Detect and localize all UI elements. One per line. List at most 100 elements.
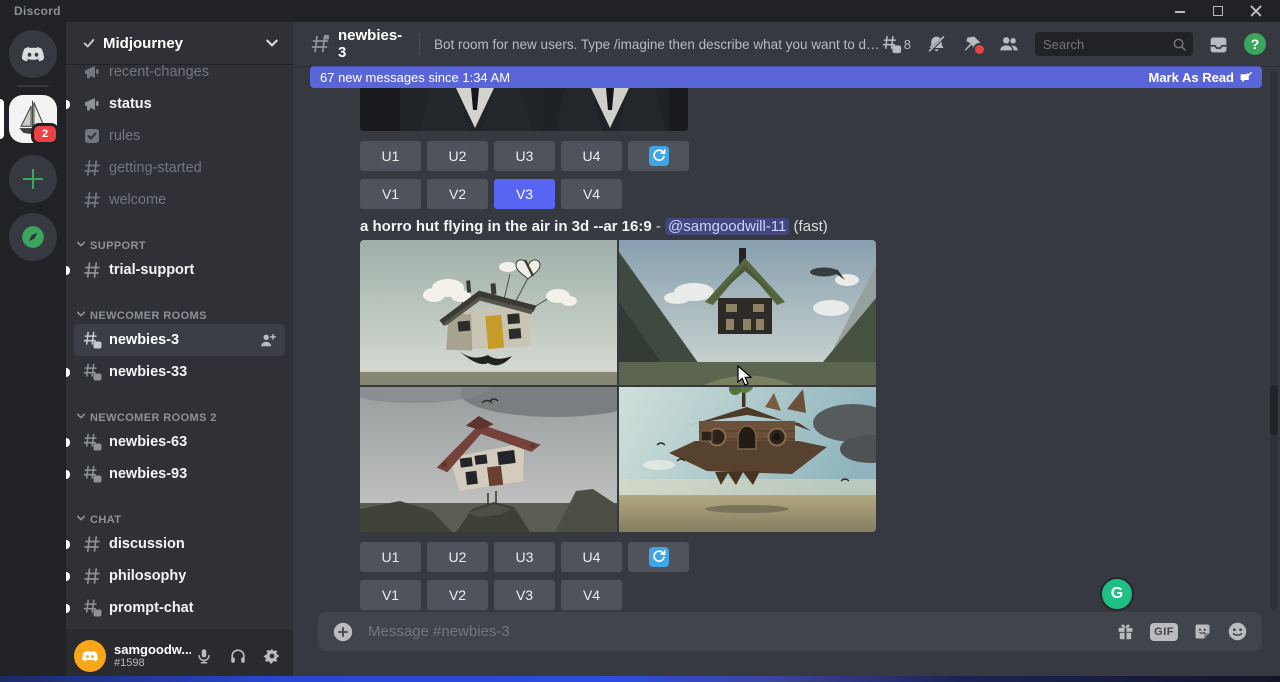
help-button[interactable]: ? [1244, 33, 1266, 55]
new-messages-banner[interactable]: 67 new messages since 1:34 AM Mark As Re… [310, 66, 1262, 88]
add-server-button[interactable] [9, 155, 57, 203]
gif-button[interactable]: GIF [1150, 623, 1178, 641]
generated-image-3[interactable] [360, 387, 617, 532]
hash-chat-icon [82, 432, 102, 452]
u2-button[interactable]: U2 [427, 542, 488, 572]
member-list-button[interactable] [998, 33, 1020, 55]
microphone-icon [195, 647, 213, 665]
v3-button-active[interactable]: V3 [494, 179, 555, 209]
sticker-button[interactable] [1192, 621, 1213, 642]
pinned-messages-button[interactable] [962, 34, 983, 55]
sidebar-item-trial-support[interactable]: trial-support [74, 254, 285, 286]
chevron-down-icon [76, 239, 86, 249]
explore-servers-button[interactable] [9, 213, 57, 261]
hash-icon [82, 534, 102, 554]
category-label: NEWCOMER ROOMS 2 [90, 412, 217, 424]
category-newcomer-rooms-2[interactable]: NEWCOMER ROOMS 2 [74, 400, 285, 426]
generated-image-cropped[interactable] [360, 88, 688, 131]
channel-label: prompt-chat [109, 600, 194, 616]
minimize-button[interactable] [1174, 5, 1186, 17]
upscale-row-1: U1 U2 U3 U4 [360, 141, 689, 171]
sidebar-item-newbies-33[interactable]: newbies-33 [74, 356, 285, 388]
u2-button[interactable]: U2 [427, 141, 488, 171]
category-support[interactable]: SUPPORT [74, 228, 285, 254]
u3-button[interactable]: U3 [494, 141, 555, 171]
channel-label: newbies-3 [109, 332, 179, 348]
maximize-button[interactable] [1212, 5, 1224, 17]
generated-image-4[interactable] [619, 387, 876, 532]
megaphone-icon [82, 94, 102, 114]
sidebar-item-newbies-3[interactable]: newbies-3 [74, 324, 285, 356]
user-mention[interactable]: @samgoodwill-11 [665, 218, 789, 235]
sidebar-item-welcome[interactable]: welcome [74, 184, 285, 216]
hash-chat-icon [82, 330, 102, 350]
window-titlebar: Discord [0, 0, 1280, 22]
hash-icon [82, 260, 102, 280]
category-newcomer-rooms[interactable]: NEWCOMER ROOMS [74, 298, 285, 324]
u3-button[interactable]: U3 [494, 542, 555, 572]
inbox-button[interactable] [1208, 34, 1229, 55]
threads-button[interactable]: 8 [881, 34, 911, 55]
scrollbar-thumb[interactable] [1270, 385, 1278, 435]
u1-button[interactable]: U1 [360, 141, 421, 171]
reroll-button[interactable] [628, 141, 689, 171]
invite-people-icon[interactable] [259, 331, 277, 349]
server-icon-midjourney[interactable]: 2 [9, 95, 57, 143]
search-input[interactable]: Search [1035, 32, 1193, 56]
sidebar-item-status[interactable]: status [74, 88, 285, 120]
v2-button[interactable]: V2 [427, 580, 488, 610]
sidebar-item-getting-started[interactable]: getting-started [74, 152, 285, 184]
variation-row-1: V1 V2 V3 V4 [360, 179, 622, 209]
window-bottom-edge [0, 676, 1280, 682]
message-composer[interactable]: Message #newbies-3 GIF [318, 612, 1262, 651]
sidebar-item-rules[interactable]: rules [74, 120, 285, 152]
steampunk-house-image [619, 387, 876, 532]
notifications-muted-button[interactable] [926, 34, 947, 55]
grammarly-overlay-button[interactable]: G [1100, 577, 1134, 611]
sidebar-item-newbies-93[interactable]: newbies-93 [74, 458, 285, 490]
category-chat[interactable]: CHAT [74, 502, 285, 528]
emoji-button[interactable] [1227, 621, 1248, 642]
gift-button[interactable] [1115, 621, 1136, 642]
sidebar-item-prompt-chat[interactable]: prompt-chat [74, 592, 285, 624]
category-label: SUPPORT [90, 240, 146, 252]
window-title: Discord [14, 4, 61, 18]
settings-button[interactable] [259, 643, 285, 669]
mute-mic-button[interactable] [191, 643, 217, 669]
chat-scrollbar[interactable] [1270, 70, 1278, 610]
channel-label: rules [109, 128, 140, 144]
sidebar-item-discussion[interactable]: discussion [74, 528, 285, 560]
channel-label: discussion [109, 536, 185, 552]
v4-button[interactable]: V4 [561, 580, 622, 610]
sidebar-item-recent-changes[interactable]: recent-changes [74, 64, 285, 88]
mark-as-read-label: Mark As Read [1149, 70, 1235, 85]
generated-image-1[interactable] [360, 240, 617, 385]
channel-list: recent-changes status rules getting-star… [66, 64, 293, 629]
server-header[interactable]: Midjourney [66, 22, 293, 64]
v2-button[interactable]: V2 [427, 179, 488, 209]
u4-button[interactable]: U4 [561, 542, 622, 572]
generated-image-2[interactable] [619, 240, 876, 385]
discord-home-button[interactable] [9, 30, 57, 78]
v3-button[interactable]: V3 [494, 580, 555, 610]
sidebar-item-philosophy[interactable]: philosophy [74, 560, 285, 592]
mark-as-read-button[interactable]: Mark As Read [1149, 70, 1253, 85]
close-button[interactable] [1250, 5, 1262, 17]
avatar[interactable] [74, 640, 106, 672]
v1-button[interactable]: V1 [360, 580, 421, 610]
u4-button[interactable]: U4 [561, 141, 622, 171]
attach-plus-icon[interactable] [332, 621, 354, 643]
crooked-hut-image [360, 387, 617, 532]
reroll-button[interactable] [628, 542, 689, 572]
category-label: CHAT [90, 514, 121, 526]
generation-mode: (fast) [789, 218, 827, 235]
v4-button[interactable]: V4 [561, 179, 622, 209]
rail-divider [17, 85, 49, 87]
user-meta[interactable]: samgoodw... #1598 [114, 642, 191, 669]
v1-button[interactable]: V1 [360, 179, 421, 209]
u1-button[interactable]: U1 [360, 542, 421, 572]
channel-topic[interactable]: Bot room for new users. Type /imagine th… [434, 37, 881, 52]
channel-label: newbies-33 [109, 364, 187, 380]
deafen-button[interactable] [225, 643, 251, 669]
sidebar-item-newbies-63[interactable]: newbies-63 [74, 426, 285, 458]
